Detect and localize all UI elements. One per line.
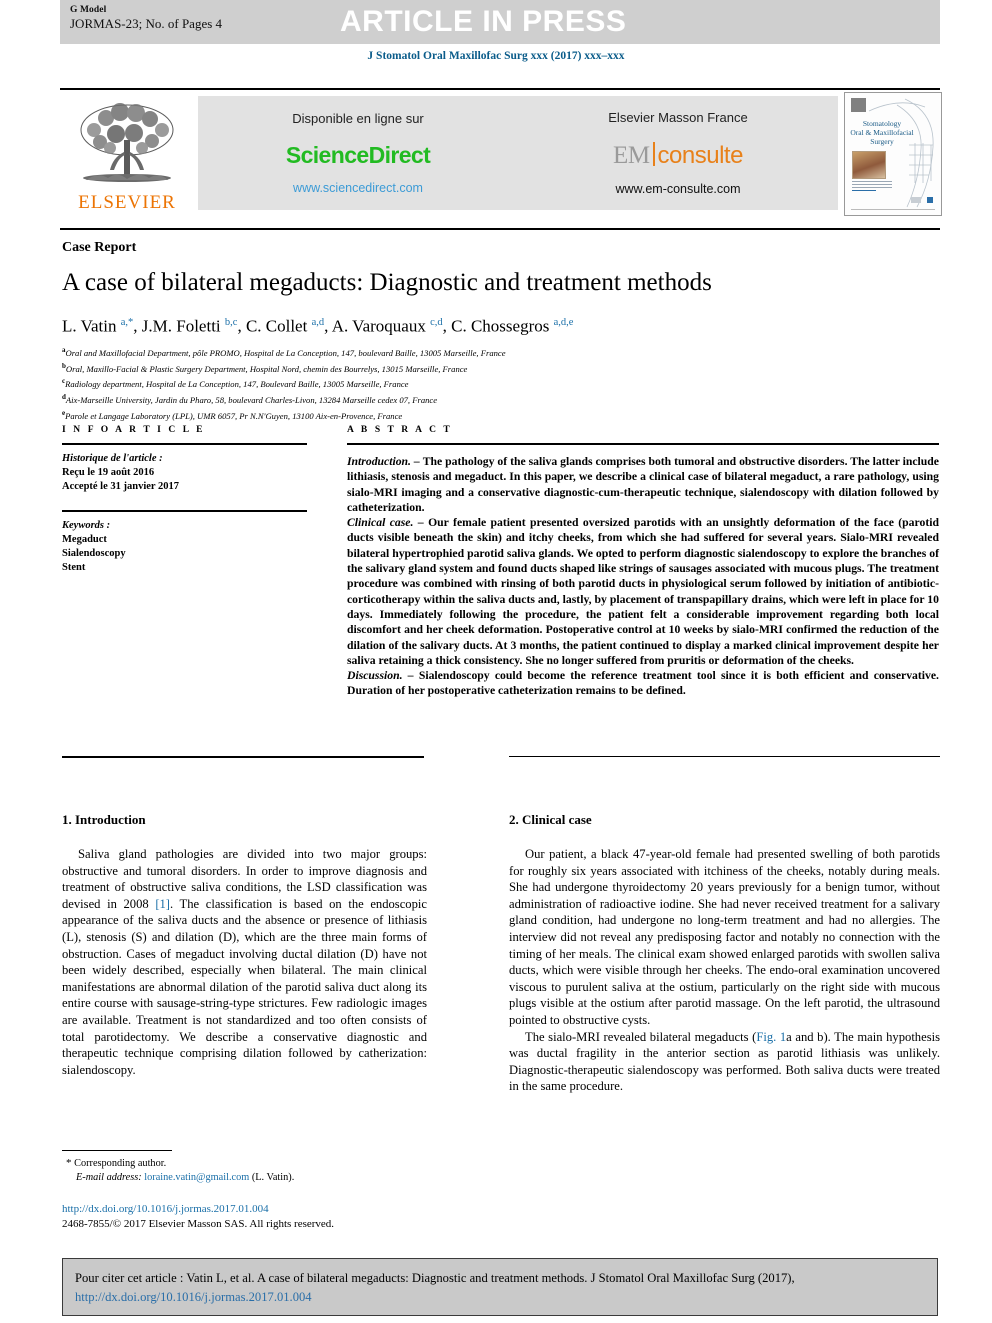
abstract-rule	[347, 443, 939, 445]
abstract-label: A B S T R A C T	[347, 425, 453, 435]
info-rule-mid	[62, 510, 307, 512]
manuscript-id: JORMAS-23; No. of Pages 4	[70, 16, 223, 31]
article-in-press-text: ARTICLE IN PRESS	[340, 5, 627, 38]
masthead: ELSEVIER Disponible en ligne sur Science…	[60, 92, 942, 216]
masthead-top-rule	[60, 88, 940, 90]
abstract-paragraph: Clinical case. – Our female patient pres…	[347, 516, 939, 667]
doi-copyright-block: http://dx.doi.org/10.1016/j.jormas.2017.…	[62, 1202, 482, 1232]
sciencedirect-cell[interactable]: Disponible en ligne sur ScienceDirect ww…	[198, 96, 518, 210]
received-date: Reçu le 19 août 2016	[62, 467, 155, 478]
publisher-banner: Disponible en ligne sur ScienceDirect ww…	[198, 96, 838, 210]
emconsulte-url[interactable]: www.em-consulte.com	[615, 182, 740, 196]
footnote-rule	[62, 1150, 172, 1151]
elsevier-wordmark: ELSEVIER	[78, 192, 176, 213]
citation-box: Pour citer cet article : Vatin L, et al.…	[62, 1258, 938, 1316]
reference-citation-link[interactable]: [1]	[155, 897, 170, 911]
history-label: Historique de l'article :	[62, 453, 163, 464]
figure-reference-link[interactable]: Fig. 1	[756, 1030, 786, 1044]
em-logo-left: EM	[613, 142, 650, 169]
g-model-label: G Model	[70, 5, 107, 15]
citation-doi-link[interactable]: http://dx.doi.org/10.1016/j.jormas.2017.…	[75, 1290, 312, 1304]
left-column-rule	[62, 756, 424, 758]
author-list: L. Vatin a,*, J.M. Foletti b,c, C. Colle…	[62, 316, 574, 336]
clinical-case-section: 2. Clinical case Our patient, a black 47…	[509, 812, 940, 1095]
info-article-column: I N F O A R T I C L E Historique de l'ar…	[62, 425, 307, 575]
available-online-label: Disponible en ligne sur	[292, 111, 424, 126]
cover-text-lines	[852, 181, 892, 193]
sciencedirect-url[interactable]: www.sciencedirect.com	[293, 181, 423, 195]
clinical-case-paragraph-2: The sialo-MRI revealed bilateral megaduc…	[509, 1029, 940, 1094]
article-type: Case Report	[62, 240, 137, 255]
doi-link[interactable]: http://dx.doi.org/10.1016/j.jormas.2017.…	[62, 1202, 482, 1217]
keyword-item: Stent	[62, 562, 86, 573]
accepted-date: Accepté le 31 janvier 2017	[62, 481, 180, 492]
introduction-heading: 1. Introduction	[62, 812, 146, 827]
abstract-paragraph: Introduction. – The pathology of the sal…	[347, 455, 939, 514]
page-title: A case of bilateral megaducts: Diagnosti…	[62, 269, 712, 296]
clinical-case-paragraph-1: Our patient, a black 47-year-old female …	[509, 847, 940, 1027]
cover-title: Stomatology Oral & Maxillofacial Surgery	[850, 119, 914, 146]
email-owner: (L. Vatin).	[251, 1172, 295, 1183]
cover-footer-rule	[851, 209, 935, 210]
corresponding-author-note: * Corresponding author. E-mail address: …	[66, 1156, 466, 1185]
elsevier-logo: ELSEVIER	[60, 92, 194, 214]
affiliation-item: aOral and Maxillofacial Department, pôle…	[62, 346, 506, 358]
article-history: Historique de l'article : Reçu le 19 aoû…	[62, 452, 307, 494]
abstract-column: A B S T R A C T Introduction. – The path…	[347, 425, 939, 699]
email-address-label: E-mail address:	[76, 1172, 142, 1183]
cover-photo	[852, 151, 886, 179]
introduction-paragraph: Saliva gland pathologies are divided int…	[62, 847, 427, 1077]
keyword-item: Megaduct	[62, 534, 107, 545]
article-page: G Model JORMAS-23; No. of Pages 4 ARTICL…	[0, 0, 992, 1323]
info-rule-top	[62, 443, 307, 445]
affiliation-item: bOral, Maxillo-Facial & Plastic Surgery …	[62, 361, 468, 374]
affiliation-item: dAix-Marseille University, Jardin du Pha…	[62, 392, 438, 405]
citation-text: Pour citer cet article : Vatin L, et al.…	[75, 1271, 795, 1304]
abstract-paragraph: Discussion. – Sialendoscopy could become…	[347, 669, 939, 698]
affiliation-list: aOral and Maxillofacial Department, pôle…	[62, 344, 762, 422]
keyword-item: Sialendoscopy	[62, 548, 126, 559]
abstract-body: Introduction. – The pathology of the sal…	[347, 454, 939, 699]
sciencedirect-logo: ScienceDirect	[285, 142, 431, 168]
emconsulte-cell[interactable]: Elsevier Masson France EM consulte www.e…	[518, 96, 838, 210]
elsevier-masson-label: Elsevier Masson France	[608, 110, 748, 125]
keywords-label: Keywords :	[62, 520, 111, 531]
introduction-section: 1. Introduction Saliva gland pathologies…	[62, 812, 427, 1078]
author-email-link[interactable]: loraine.vatin@gmail.com	[144, 1172, 249, 1183]
journal-cover-thumbnail: Stomatology Oral & Maxillofacial Surgery	[844, 92, 942, 216]
info-article-label: I N F O A R T I C L E	[62, 425, 206, 435]
emconsulte-logo: EM consulte	[613, 139, 743, 170]
em-logo-divider	[652, 142, 655, 166]
em-logo-right: consulte	[657, 142, 744, 169]
journal-reference: J Stomatol Oral Maxillofac Surg xxx (201…	[367, 50, 625, 62]
footnote-marker: *	[66, 1157, 72, 1169]
affiliation-item: eParole et Langage Laboratory (LPL), UMR…	[62, 408, 403, 421]
elsevier-tree-icon	[80, 103, 174, 182]
right-column-rule	[509, 756, 940, 757]
article-head-rule	[60, 228, 940, 230]
keywords-block: Keywords : Megaduct Sialendoscopy Stent	[62, 519, 307, 575]
corresponding-author-label: Corresponding author.	[74, 1158, 167, 1169]
clinical-case-heading: 2. Clinical case	[509, 812, 592, 827]
copyright-line: 2468-7855/© 2017 Elsevier Masson SAS. Al…	[62, 1218, 335, 1230]
affiliation-item: cRadiology department, Hospital de La Co…	[62, 377, 409, 390]
